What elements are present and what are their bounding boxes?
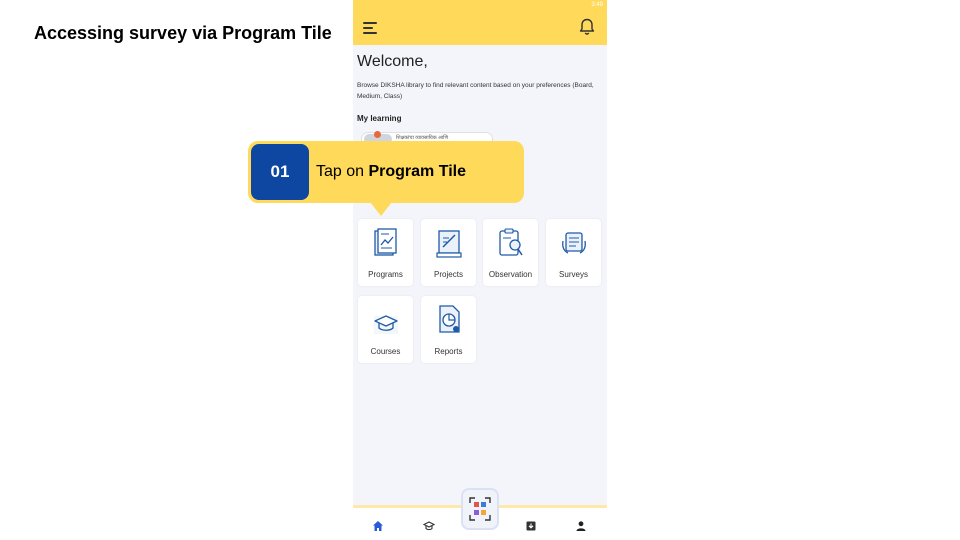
surveys-tile[interactable]: Surveys [546, 219, 601, 286]
callout-emphasis: Program Tile [368, 163, 466, 180]
reports-tile[interactable]: Reports [421, 296, 476, 363]
hamburger-menu-icon[interactable] [363, 22, 377, 34]
slide: Accessing survey via Program Tile 3:49 W… [0, 0, 960, 540]
home-icon[interactable] [372, 520, 384, 532]
observation-icon [499, 228, 523, 256]
profile-icon[interactable] [575, 520, 587, 532]
my-learning-heading: My learning [357, 114, 402, 123]
phone-screen: 3:49 Welcome, Browse DIKSHA library to f… [353, 0, 607, 540]
app-bar: 3:49 [353, 0, 607, 45]
courses-tile[interactable]: Courses [358, 296, 413, 363]
reports-tile-label: Reports [434, 347, 463, 356]
observation-tile-label: Observation [488, 270, 533, 279]
qr-scan-icon [469, 497, 491, 521]
reports-icon [439, 305, 460, 333]
callout-instruction: Tap on Program Tile [316, 163, 466, 181]
projects-icon [436, 230, 462, 258]
observation-tile[interactable]: Observation [483, 219, 538, 286]
surveys-icon [562, 232, 586, 254]
downloads-icon[interactable] [525, 520, 537, 532]
notification-bell-icon[interactable] [579, 18, 595, 36]
projects-tile-label: Projects [434, 270, 463, 279]
courses-icon [374, 315, 398, 334]
callout-pointer [370, 202, 392, 216]
welcome-heading: Welcome, [357, 53, 428, 70]
courses-tile-label: Courses [370, 347, 401, 356]
programs-tile-label: Programs [368, 270, 403, 279]
programs-tile[interactable]: Programs [358, 219, 413, 286]
courses-nav-icon[interactable] [423, 520, 435, 532]
browse-description: Browse DIKSHA library to find relevant c… [357, 82, 594, 100]
programs-icon [374, 228, 397, 256]
course-badge-dot [374, 131, 381, 138]
projects-tile[interactable]: Projects [421, 219, 476, 286]
callout-prefix: Tap on [316, 163, 369, 180]
qr-scan-button[interactable] [461, 488, 499, 530]
step-number-badge: 01 [251, 144, 309, 200]
surveys-tile-label: Surveys [559, 270, 588, 279]
status-time: 3:49 [591, 2, 603, 8]
slide-title: Accessing survey via Program Tile [34, 23, 332, 43]
